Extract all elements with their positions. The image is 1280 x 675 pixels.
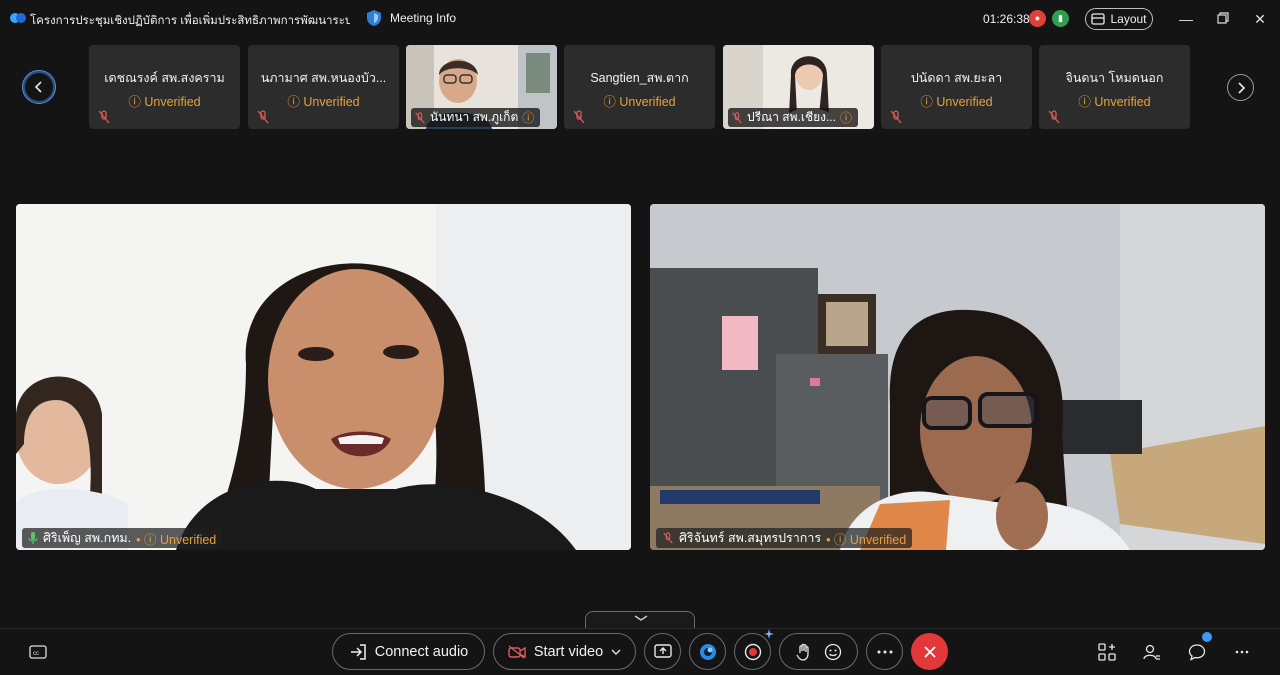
more-horizontal-icon xyxy=(1235,650,1249,654)
svg-text:cc: cc xyxy=(33,651,39,657)
more-horizontal-icon xyxy=(877,650,892,653)
chat-icon xyxy=(1188,644,1206,661)
muted-mic-icon xyxy=(98,110,110,124)
video-off-icon xyxy=(508,644,526,659)
microphone-icon xyxy=(28,532,38,544)
participant-tile[interactable]: เดชณรงค์ สพ.สงคราม ⓘ Unverified xyxy=(89,45,240,129)
record-icon xyxy=(744,643,761,660)
webex-assistant-button[interactable] xyxy=(689,633,726,670)
emoji-reaction-icon[interactable] xyxy=(824,643,842,661)
participant-name: ปนัดดา สพ.ยะลา xyxy=(910,71,1003,85)
chevron-down-icon xyxy=(634,615,648,621)
apps-button[interactable] xyxy=(1096,641,1118,663)
layout-icon xyxy=(1091,13,1106,25)
assistant-icon xyxy=(699,643,716,660)
participants-button[interactable] xyxy=(1141,641,1163,663)
meeting-info-label: Meeting Info xyxy=(390,11,457,25)
connect-audio-button[interactable]: Connect audio xyxy=(332,633,485,670)
share-screen-icon xyxy=(653,644,672,658)
unverified-badge: ⓘ Unverified xyxy=(920,95,993,109)
webex-logo-icon xyxy=(10,13,26,23)
unverified-badge: ⓘ Unverified xyxy=(128,95,201,109)
participant-name: เดชณรงค์ สพ.สงคราม xyxy=(104,71,225,85)
close-window-button[interactable]: ✕ xyxy=(1250,9,1270,29)
unverified-icon: ⓘ xyxy=(522,111,535,125)
sparkle-icon xyxy=(764,629,774,639)
minimize-button[interactable]: — xyxy=(1176,9,1196,29)
leave-meeting-button[interactable] xyxy=(911,633,948,670)
reactions-group[interactable] xyxy=(779,633,858,670)
more-options-button[interactable] xyxy=(866,633,903,670)
strip-previous-button[interactable] xyxy=(22,70,56,104)
meeting-timer: 01:26:38 xyxy=(983,12,1030,26)
close-icon xyxy=(923,645,936,658)
meeting-title: โครงการประชุมเชิงปฏิบัติการ เพื่อเพิ่มปร… xyxy=(30,15,350,27)
apps-icon xyxy=(1098,643,1116,661)
unverified-badge: ⓘ Unverified xyxy=(1078,95,1151,109)
unverified-icon: ⓘ xyxy=(839,111,852,125)
muted-mic-icon xyxy=(1048,110,1060,124)
start-video-button[interactable]: Start video xyxy=(493,633,636,670)
participant-video-tile[interactable]: ปรีณา สพ.เชียง... ⓘ xyxy=(723,45,874,129)
connect-audio-label: Connect audio xyxy=(374,643,469,660)
unverified-badge: ⓘ Unverified xyxy=(603,95,676,109)
participant-name: Sangtien_สพ.ตาก xyxy=(590,71,689,85)
chat-button[interactable] xyxy=(1186,632,1212,663)
share-button[interactable] xyxy=(644,633,681,670)
record-button[interactable] xyxy=(734,629,774,670)
stage-video-right[interactable]: ศิริจันทร์ สพ.สมุทรปราการ • ⓘ Unverified xyxy=(650,204,1265,550)
unverified-badge: • ⓘ Unverified xyxy=(136,532,217,547)
participant-tile[interactable]: จินดนา โหมดนอก ⓘ Unverified xyxy=(1039,45,1190,129)
participant-tile[interactable]: นภามาศ สพ.หนองบัว... ⓘ Unverified xyxy=(248,45,399,129)
participant-label: ปรีณา สพ.เชียง... ⓘ xyxy=(728,108,858,127)
more-panels-button[interactable] xyxy=(1231,641,1253,663)
participant-label: ศิริจันทร์ สพ.สมุทรปราการ • ⓘ Unverified xyxy=(656,528,913,548)
layout-label: Layout xyxy=(1110,12,1147,26)
participant-label: นันทนา สพ.ภูเก็ต ⓘ xyxy=(411,108,541,127)
participant-video-tile[interactable]: นันทนา สพ.ภูเก็ต ⓘ xyxy=(406,45,557,129)
chevron-left-icon xyxy=(34,81,42,93)
muted-mic-icon xyxy=(663,532,673,544)
participant-name: นภามาศ สพ.หนองบัว... xyxy=(260,71,387,85)
participant-label: ศิริเพ็ญ สพ.กทม. • ⓘ Unverified xyxy=(22,528,223,548)
participant-video xyxy=(650,204,1265,550)
chevron-down-icon xyxy=(611,649,621,655)
collapse-toolbar-button[interactable] xyxy=(585,611,695,629)
restore-icon xyxy=(1217,12,1229,24)
notification-dot xyxy=(1202,632,1212,642)
muted-mic-icon xyxy=(890,110,902,124)
closed-captions-icon: cc xyxy=(29,645,47,659)
muted-mic-icon xyxy=(415,111,425,123)
muted-mic-icon xyxy=(573,110,585,124)
participant-name: ศิริเพ็ญ สพ.กทม. xyxy=(43,531,132,545)
strip-next-button[interactable] xyxy=(1227,74,1254,101)
shield-icon xyxy=(367,10,381,26)
chevron-right-icon xyxy=(1237,81,1245,94)
muted-mic-icon xyxy=(732,111,742,123)
layout-button[interactable]: Layout xyxy=(1085,8,1153,30)
start-video-label: Start video xyxy=(533,643,604,660)
participant-name: ปรีณา สพ.เชียง... xyxy=(747,110,836,124)
connect-audio-icon xyxy=(350,643,366,660)
participant-video xyxy=(16,204,631,550)
participants-icon xyxy=(1143,644,1160,660)
restore-button[interactable] xyxy=(1213,9,1233,29)
participant-name: จินดนา โหมดนอก xyxy=(1065,71,1164,85)
raise-hand-icon[interactable] xyxy=(795,643,812,661)
recording-indicator-icon[interactable]: ● xyxy=(1029,10,1046,27)
participant-tile[interactable]: Sangtien_สพ.ตาก ⓘ Unverified xyxy=(564,45,715,129)
unverified-badge: ⓘ Unverified xyxy=(287,95,360,109)
unverified-badge: • ⓘ Unverified xyxy=(826,532,907,547)
participant-tile[interactable]: ปนัดดา สพ.ยะลา ⓘ Unverified xyxy=(881,45,1032,129)
title-bar: โครงการประชุมเชิงปฏิบัติการ เพื่อเพิ่มปร… xyxy=(0,0,1280,38)
toolbar-divider xyxy=(0,628,1280,629)
meeting-info-button[interactable]: Meeting Info xyxy=(366,9,456,27)
participant-name: ศิริจันทร์ สพ.สมุทรปราการ xyxy=(679,531,822,545)
closed-captions-button[interactable]: cc xyxy=(27,641,49,663)
participant-name: นันทนา สพ.ภูเก็ต xyxy=(430,110,519,124)
stage-video-left[interactable]: ศิริเพ็ญ สพ.กทม. • ⓘ Unverified xyxy=(16,204,631,550)
muted-mic-icon xyxy=(257,110,269,124)
network-signal-icon[interactable]: ▮ xyxy=(1052,10,1069,27)
